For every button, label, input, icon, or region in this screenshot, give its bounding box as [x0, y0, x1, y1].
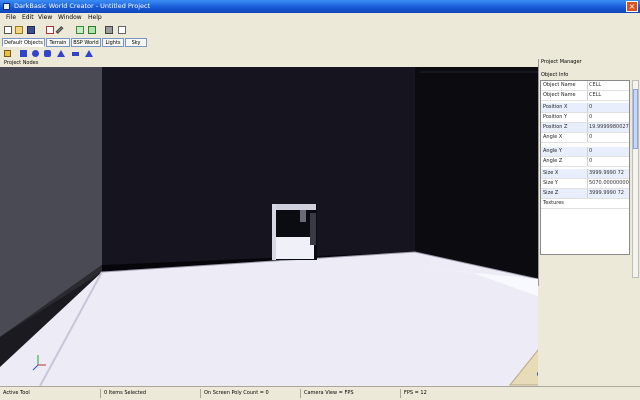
prop-key: Angle X [543, 134, 563, 140]
prop-value[interactable]: 3999.9990 72 [587, 169, 629, 178]
prop-key: Object Name [543, 92, 576, 98]
prop-key: Position Z [543, 124, 568, 130]
prop-value[interactable]: 0 [587, 157, 629, 166]
prop-key: Object Name [543, 82, 576, 88]
status-camera: Camera View = FPS [300, 389, 354, 398]
prop-key: Position Y [543, 114, 568, 120]
property-grid: Object Name CELL Object Name CELL Position… [540, 80, 630, 255]
prop-value[interactable]: 0 [587, 147, 629, 156]
cube-icon[interactable] [20, 50, 27, 57]
status-tool: Active Tool [3, 390, 30, 396]
scrollbar-thumb[interactable] [633, 89, 638, 149]
build-icon[interactable] [105, 26, 113, 34]
window-title: DarkBasic World Creator - Untitled Proje… [14, 2, 151, 10]
prop-key: Position X [543, 104, 568, 110]
cylinder-icon[interactable] [44, 50, 51, 57]
sphere-icon[interactable] [32, 50, 39, 57]
property-scrollbar[interactable] [632, 80, 639, 278]
open-folder-icon[interactable] [15, 26, 23, 34]
project-nodes-label: Project Nodes [4, 60, 39, 66]
prop-value[interactable]: CELL [587, 91, 629, 100]
prop-row[interactable]: Size X 3999.9990 72 [541, 169, 629, 179]
scene-render [0, 67, 538, 386]
prop-value[interactable]: 19.99999800277 [587, 123, 629, 132]
prop-row[interactable]: Angle X 0 [541, 133, 629, 143]
cut-icon[interactable] [46, 26, 54, 34]
save-icon[interactable] [27, 26, 35, 34]
tab-bsp-world[interactable]: BSP World [71, 38, 101, 47]
tab-lights[interactable]: Lights [102, 38, 124, 47]
pyramid-icon[interactable] [85, 50, 93, 57]
prop-row[interactable]: Textures [541, 199, 629, 209]
project-nodes-header: Project Nodes [0, 59, 538, 67]
main-toolbar [0, 23, 640, 38]
prop-row[interactable]: Position Z 19.99999800277 [541, 123, 629, 133]
prop-row[interactable]: Size Z 3999.9990 72 [541, 189, 629, 199]
help-cursor-icon[interactable] [118, 26, 126, 34]
prop-value[interactable]: 3999.9990 72 [587, 189, 629, 198]
prop-value[interactable]: 0 [587, 133, 629, 142]
prop-value[interactable]: CELL [587, 81, 629, 90]
app-icon [3, 3, 10, 10]
prop-row[interactable]: Position Y 0 [541, 113, 629, 123]
prop-key: Angle Z [543, 158, 563, 164]
menu-window[interactable]: Window [58, 14, 82, 22]
prop-key: Angle Y [543, 148, 562, 154]
status-selected: 0 Items Selected [100, 389, 146, 398]
status-fps: FPS = 12 [400, 389, 427, 398]
prop-row[interactable]: Object Name CELL [541, 91, 629, 101]
tab-sky[interactable]: Sky [125, 38, 147, 47]
3d-viewport[interactable] [0, 67, 538, 386]
tab-default-objects[interactable]: Default Objects [2, 38, 45, 47]
plane-icon[interactable] [72, 52, 79, 56]
project-manager-title: Project Manager [541, 59, 582, 65]
title-bar: DarkBasic World Creator - Untitled Proje… [0, 0, 640, 13]
prop-row[interactable]: Object Name CELL [541, 81, 629, 91]
menu-edit[interactable]: Edit [22, 14, 34, 22]
new-file-icon[interactable] [4, 26, 12, 34]
project-manager-panel: Project Manager Object Info Object Name C… [538, 59, 640, 286]
cone-icon[interactable] [57, 50, 65, 57]
prop-row[interactable]: Size Y 5070.000000000 [541, 179, 629, 189]
menu-view[interactable]: View [38, 14, 52, 22]
prop-key: Size X [543, 170, 559, 176]
close-button[interactable]: × [626, 1, 638, 12]
prop-row[interactable]: Angle Z 0 [541, 157, 629, 167]
status-bar: Active Tool 0 Items Selected On Screen P… [0, 386, 640, 400]
menu-bar: File Edit View Window Help [0, 13, 640, 23]
pencil-icon[interactable] [55, 26, 64, 34]
tab-terrain[interactable]: Terrain [46, 38, 70, 47]
menu-help[interactable]: Help [88, 14, 102, 22]
menu-file[interactable]: File [6, 14, 16, 22]
status-polycount: On Screen Poly Count = 0 [200, 389, 269, 398]
folder-icon[interactable] [4, 50, 11, 57]
grid-icon[interactable] [76, 26, 84, 34]
object-info-label: Object Info [541, 72, 569, 78]
snap-grid-icon[interactable] [88, 26, 96, 34]
prop-row[interactable]: Position X 0 [541, 103, 629, 113]
prop-key: Size Z [543, 190, 559, 196]
prop-key: Textures [543, 200, 564, 206]
prop-row[interactable]: Angle Y 0 [541, 147, 629, 157]
prop-key: Size Y [543, 180, 558, 186]
prop-value[interactable]: 0 [587, 113, 629, 122]
prop-value[interactable]: 5070.000000000 [587, 179, 629, 188]
prop-value[interactable]: 0 [587, 103, 629, 112]
object-tabs: Default Objects Terrain BSP World Lights… [0, 37, 640, 48]
object-tools [0, 48, 640, 59]
